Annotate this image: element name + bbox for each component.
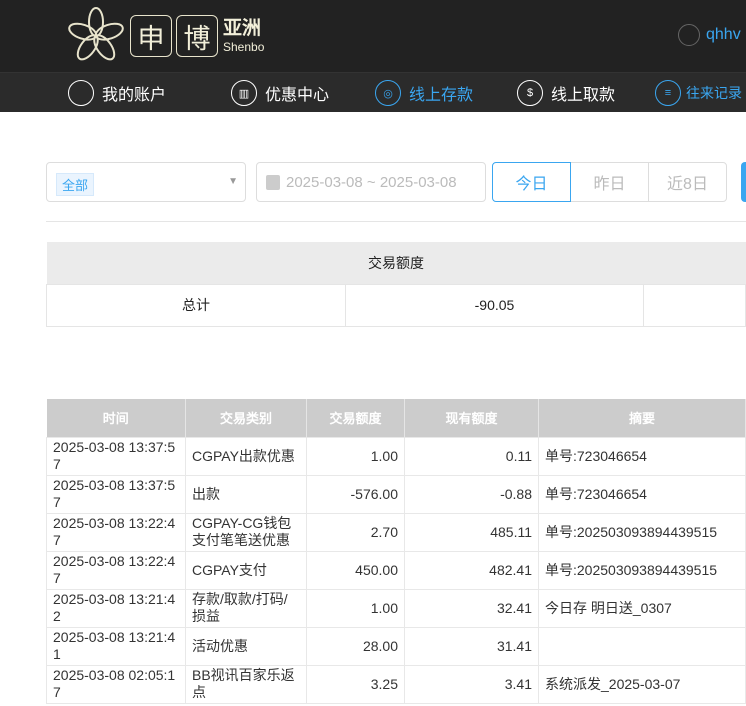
cell-balance: 32.41	[404, 588, 539, 628]
cell-summary: 今日存 明日送_0307	[538, 588, 746, 628]
table-row: 2025-03-08 13:21:42 存款/取款/打码/损益 1.00 32.41 今…	[46, 588, 746, 628]
yesterday-button[interactable]: 昨日	[570, 162, 649, 202]
deposit-icon: ◎	[375, 80, 401, 106]
cell-time: 2025-03-08 13:37:57	[46, 436, 186, 476]
cell-category: 存款/取款/打码/损益	[185, 588, 307, 628]
cell-category: CGPAY支付	[185, 550, 307, 590]
summary-label: 总计	[46, 283, 346, 327]
cell-amount: 28.00	[306, 626, 405, 666]
cell-balance: 3.41	[404, 664, 539, 704]
date-range-value: 2025-03-08 ~ 2025-03-08	[286, 173, 457, 191]
cell-time: 2025-03-08 13:22:47	[46, 550, 186, 590]
user-avatar-icon	[678, 24, 700, 46]
brand-text: 亚洲 Shenbo	[223, 19, 264, 53]
quick-date-buttons: 今日 昨日 近8日	[492, 162, 727, 202]
table-row: 2025-03-08 13:22:47 CGPAY支付 450.00 482.41 单号…	[46, 550, 746, 590]
column-header-balance: 现有额度	[404, 399, 539, 437]
caret-down-icon: ▼	[228, 176, 238, 187]
calendar-icon	[266, 174, 280, 190]
cell-category: CGPAY出款优惠	[185, 436, 307, 476]
column-header-amount: 交易额度	[306, 399, 405, 437]
table-row: 2025-03-08 02:05:17 BB视讯百家乐返点 3.25 3.41 系统派发…	[46, 664, 746, 704]
brand-cn: 亚洲	[223, 18, 262, 39]
nav-promotions[interactable]: ▥ 优惠中心	[231, 80, 329, 106]
summary-empty	[643, 283, 746, 327]
date-range-input[interactable]: 2025-03-08 ~ 2025-03-08	[256, 162, 486, 202]
logo-box-2: 博	[176, 15, 218, 57]
today-button[interactable]: 今日	[492, 162, 571, 202]
nav-label: 优惠中心	[265, 87, 330, 104]
cell-amount: 450.00	[306, 550, 405, 590]
column-header-category: 交易类别	[185, 399, 307, 437]
cell-amount: 3.25	[306, 664, 405, 704]
cell-time: 2025-03-08 02:05:17	[46, 664, 186, 704]
summary-value: -90.05	[345, 283, 644, 327]
table-row: 2025-03-08 13:21:41 活动优惠 28.00 31.41	[46, 626, 746, 666]
table-row: 2025-03-08 13:37:57 出款 -576.00 -0.88 单号:7230…	[46, 474, 746, 514]
username[interactable]: qhhv	[706, 26, 741, 44]
table-row: 2025-03-08 13:37:57 CGPAY出款优惠 1.00 0.11 单号:7…	[46, 436, 746, 476]
divider	[46, 221, 746, 222]
summary-header: 交易额度	[46, 242, 746, 284]
cell-summary: 单号:202503093894439515	[538, 512, 746, 552]
last-8-days-button[interactable]: 近8日	[648, 162, 727, 202]
cell-category: BB视讯百家乐返点	[185, 664, 307, 704]
main-nav: 我的账户 ▥ 优惠中心 ◎ 线上存款 $ 线上取款 ≡ 往来记录	[0, 72, 746, 112]
summary-table: 交易额度 总计 -90.05	[46, 242, 746, 327]
nav-my-account[interactable]: 我的账户	[68, 80, 166, 106]
nav-label: 我的账户	[102, 87, 167, 104]
column-header-time: 时间	[46, 399, 186, 437]
flower-logo-icon	[68, 7, 124, 61]
cell-category: 活动优惠	[185, 626, 307, 666]
cell-balance: 0.11	[404, 436, 539, 476]
cell-amount: 2.70	[306, 512, 405, 552]
cell-time: 2025-03-08 13:37:57	[46, 474, 186, 514]
selected-type-tag[interactable]: 全部	[56, 173, 95, 196]
transactions-table: 时间 交易类别 交易额度 现有额度 摘要 2025-03-08 13:37:57 CGPA…	[46, 399, 746, 704]
cell-time: 2025-03-08 13:21:41	[46, 626, 186, 666]
cell-balance: 482.41	[404, 550, 539, 590]
table-row: 2025-03-08 13:22:47 CGPAY-CG钱包支付笔笔送优惠 2.70…	[46, 512, 746, 552]
cell-balance: 31.41	[404, 626, 539, 666]
cell-summary: 单号:723046654	[538, 436, 746, 476]
cell-category: CGPAY-CG钱包支付笔笔送优惠	[185, 512, 307, 552]
cell-amount: 1.00	[306, 436, 405, 476]
cell-summary: 单号:723046654	[538, 474, 746, 514]
cell-summary: 系统派发_2025-03-07	[538, 664, 746, 704]
nav-label: 往来记录	[686, 85, 742, 101]
cell-summary: 单号:202503093894439515	[538, 550, 746, 590]
nav-online-deposit[interactable]: ◎ 线上存款	[375, 80, 473, 106]
cell-summary	[538, 626, 746, 666]
nav-records[interactable]: ≡ 往来记录	[655, 80, 742, 106]
user-menu[interactable]: qhhv	[678, 24, 741, 46]
cell-amount: 1.00	[306, 588, 405, 628]
nav-online-withdraw[interactable]: $ 线上取款	[517, 80, 615, 106]
cell-amount: -576.00	[306, 474, 405, 514]
withdraw-icon: $	[517, 80, 543, 106]
search-button[interactable]	[741, 162, 746, 202]
record-icon: ≡	[655, 80, 681, 106]
logo[interactable]: 申 博 亚洲 Shenbo	[66, 6, 264, 66]
top-header: 申 博 亚洲 Shenbo qhhv	[0, 0, 746, 72]
cell-balance: 485.11	[404, 512, 539, 552]
cell-balance: -0.88	[404, 474, 539, 514]
cell-time: 2025-03-08 13:22:47	[46, 512, 186, 552]
cell-category: 出款	[185, 474, 307, 514]
user-icon	[68, 80, 94, 106]
logo-box-1: 申	[130, 15, 172, 57]
brand-en: Shenbo	[223, 40, 265, 54]
gift-icon: ▥	[231, 80, 257, 106]
nav-label: 线上取款	[551, 87, 616, 104]
nav-label: 线上存款	[409, 87, 474, 104]
type-select[interactable]: 全部 ▼	[46, 162, 246, 202]
column-header-summary: 摘要	[538, 399, 746, 437]
cell-time: 2025-03-08 13:21:42	[46, 588, 186, 628]
